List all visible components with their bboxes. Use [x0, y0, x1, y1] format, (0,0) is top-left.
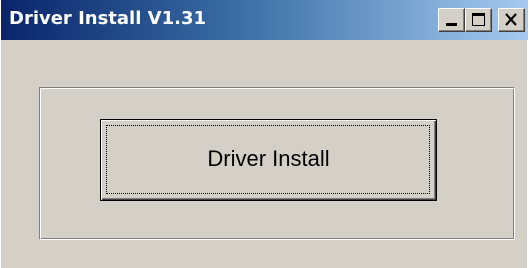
- maximize-icon: [472, 13, 485, 26]
- minimize-button[interactable]: [438, 8, 465, 32]
- close-icon: [505, 13, 517, 26]
- driver-install-button-label: Driver Install: [207, 146, 330, 171]
- title-bar[interactable]: Driver Install V1.31: [1, 0, 528, 40]
- minimize-icon: [446, 23, 457, 26]
- driver-install-button[interactable]: Driver Install: [100, 119, 437, 201]
- app-window: Driver Install V1.31 Driver Install: [0, 0, 528, 268]
- window-title: Driver Install V1.31: [9, 8, 206, 29]
- maximize-button[interactable]: [465, 8, 492, 32]
- close-button[interactable]: [498, 8, 525, 32]
